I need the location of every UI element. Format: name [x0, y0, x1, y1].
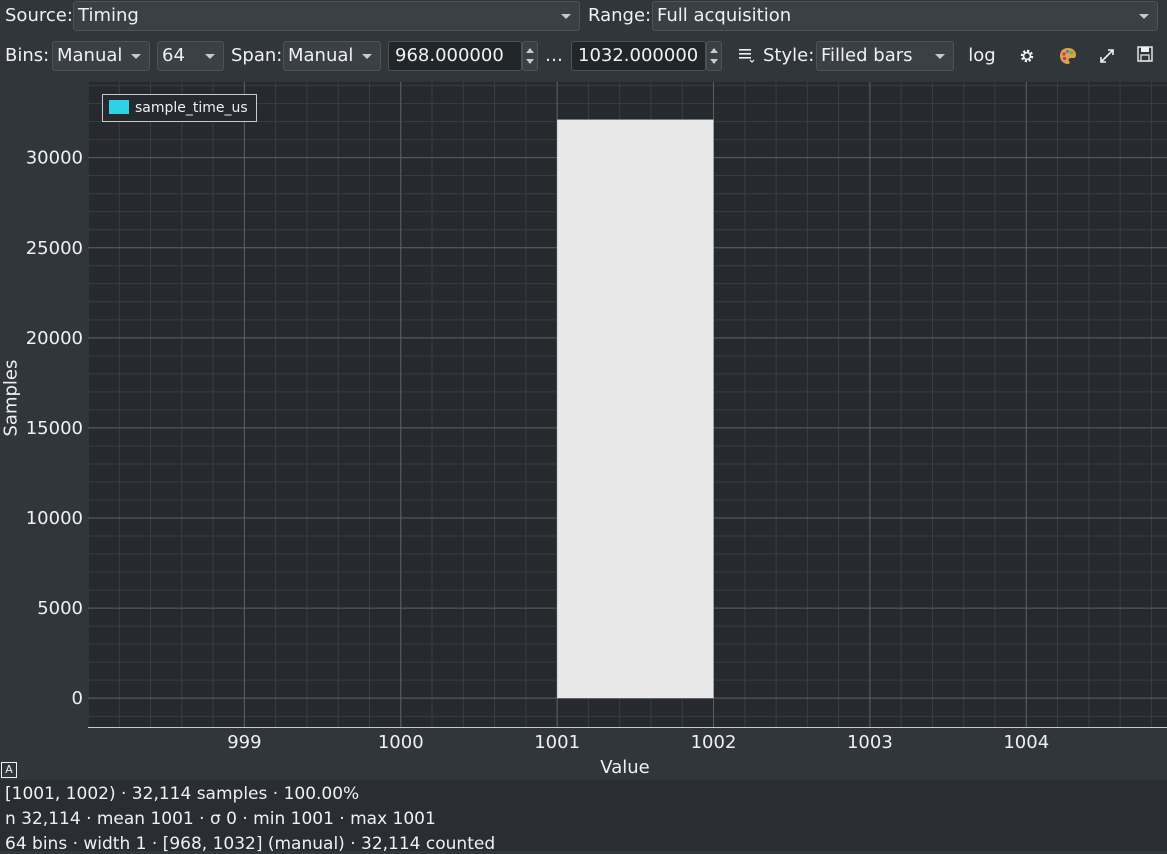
span-label: Span: [231, 45, 283, 66]
chevron-down-icon [935, 54, 945, 59]
x-tick-label: 1001 [534, 732, 580, 753]
span-min-value: 968.000000 [395, 45, 504, 66]
chevron-down-icon[interactable] [710, 59, 718, 64]
status-bin-info: [1001, 1002) · 32,114 samples · 100.00% [5, 784, 360, 804]
plot-area[interactable]: sample_time_us [88, 82, 1167, 727]
y-tick-label: 5000 [37, 598, 83, 619]
style-select[interactable]: Filled bars [816, 41, 954, 71]
span-max-value: 1032.000000 [578, 45, 699, 66]
legend-swatch [109, 100, 129, 114]
expand-icon[interactable] [1095, 41, 1119, 71]
auto-indicator-icon[interactable]: A [1, 762, 17, 778]
span-min-input[interactable]: 968.000000 [388, 41, 522, 71]
lines-menu-icon[interactable] [735, 43, 757, 73]
chevron-down-icon [1139, 14, 1149, 19]
y-tick-label: 15000 [26, 418, 83, 439]
palette-icon[interactable] [1055, 41, 1081, 71]
x-axis-title: Value [600, 757, 650, 778]
y-axis: 0 5000 10000 15000 20000 25000 30000 [26, 148, 83, 710]
chevron-up-icon[interactable] [710, 48, 718, 53]
span-max-input[interactable]: 1032.000000 [571, 41, 706, 71]
x-tick-label: 999 [227, 732, 261, 753]
range-select[interactable]: Full acquisition [652, 1, 1158, 31]
span-min-stepper[interactable] [522, 41, 538, 71]
histogram-bar [557, 119, 714, 699]
y-tick-label: 20000 [26, 328, 83, 349]
range-value: Full acquisition [657, 5, 792, 26]
span-mode-select[interactable]: Manual [283, 41, 381, 71]
bins-count-select[interactable]: 64 [157, 41, 224, 71]
chevron-down-icon [131, 54, 141, 59]
log-toggle[interactable]: log [966, 41, 998, 71]
x-axis: 999 1000 1001 1002 1003 1004 [88, 727, 1167, 753]
span-mode-value: Manual [288, 45, 354, 66]
status-stats: n 32,114 · mean 1001 · σ 0 · min 1001 · … [5, 809, 436, 829]
x-tick-label: 1002 [691, 732, 737, 753]
y-tick-label: 25000 [26, 238, 83, 259]
gear-icon[interactable] [1015, 41, 1039, 71]
span-max-stepper[interactable] [706, 41, 722, 71]
chevron-up-icon[interactable] [526, 48, 534, 53]
status-bins-summary: 64 bins · width 1 · [968, 1032] (manual)… [5, 834, 496, 854]
status-panel: [1001, 1002) · 32,114 samples · 100.00% … [0, 780, 1167, 854]
y-tick-label: 0 [72, 688, 83, 709]
chevron-down-icon [561, 14, 571, 19]
style-label: Style: [763, 45, 815, 66]
x-tick-label: 1000 [378, 732, 424, 753]
range-label: Range: [588, 5, 652, 26]
x-tick-label: 1004 [1003, 732, 1049, 753]
save-icon[interactable] [1133, 39, 1157, 69]
y-tick-label: 10000 [26, 508, 83, 529]
chevron-down-icon [362, 54, 372, 59]
histogram-chart [88, 82, 1167, 727]
y-tick-label: 30000 [26, 148, 83, 169]
bins-count-value: 64 [162, 45, 185, 66]
legend: sample_time_us [102, 94, 257, 122]
span-separator: … [545, 45, 563, 66]
style-value: Filled bars [821, 45, 913, 66]
chevron-down-icon[interactable] [526, 59, 534, 64]
legend-label: sample_time_us [135, 100, 248, 116]
x-tick-label: 1003 [847, 732, 893, 753]
chevron-down-icon [205, 54, 215, 59]
source-select[interactable]: Timing [73, 1, 580, 31]
